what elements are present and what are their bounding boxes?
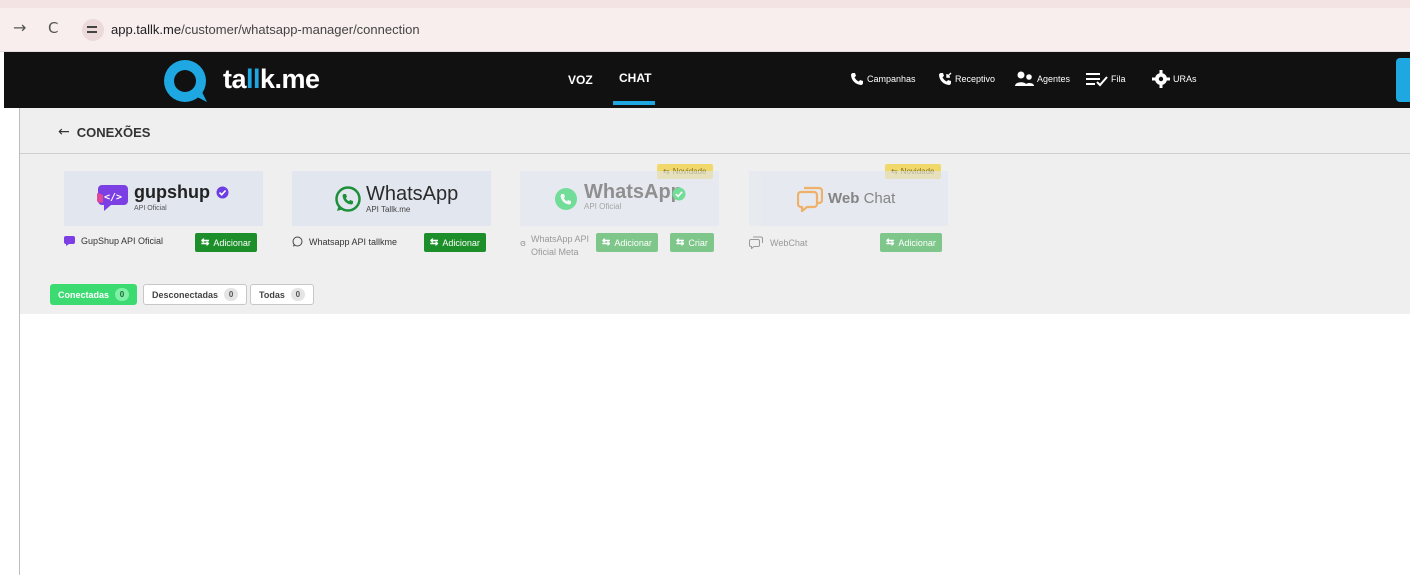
app-header: tallk.me VOZ CHAT Campanhas Receptivo Ag…	[4, 52, 1410, 108]
url-path: /customer/whatsapp-manager/connection	[181, 22, 420, 37]
button-label: Adicionar	[213, 237, 251, 248]
page-header[interactable]: ← CONEXÕES	[58, 124, 150, 140]
nav-link-fila[interactable]: Fila	[1086, 68, 1126, 90]
whatsapp-tallkme-label: Whatsapp API tallkme	[292, 236, 397, 247]
tallkme-logo[interactable]: tallk.me	[159, 55, 339, 105]
header-divider	[20, 153, 1410, 154]
whatsapp-small-icon	[292, 236, 303, 247]
label-line2: Oficial Meta	[530, 247, 579, 257]
webchat-card[interactable]: Web Chat	[749, 171, 948, 226]
whatsapp-oficial-label: ɞ WhatsApp API Oficial Meta	[520, 233, 589, 259]
reload-icon[interactable]: C	[48, 19, 58, 37]
filter-count: 0	[115, 288, 130, 301]
whatsapp-logo-icon	[335, 186, 361, 212]
webchat-brand-bold: Web	[828, 190, 860, 207]
button-label: Criar	[688, 237, 708, 248]
svg-text:</>: </>	[104, 192, 122, 203]
agents-icon	[1015, 71, 1034, 86]
verified-badge-icon	[672, 187, 686, 201]
gupshup-small-icon	[64, 236, 75, 246]
link-add-icon: ⇆	[676, 237, 685, 248]
whatsapp-oficial-sub: API Oficial	[584, 202, 622, 211]
whatsapp-tallkme-label-text: Whatsapp API tallkme	[309, 236, 398, 247]
webchat-brand: Web Chat	[828, 190, 895, 207]
address-bar[interactable]: app.tallk.me/customer/whatsapp-manager/c…	[111, 22, 420, 37]
webchat-logo-icon	[797, 186, 823, 212]
nav-link-campanhas[interactable]: Campanhas	[850, 68, 916, 90]
gear-icon	[1152, 70, 1170, 88]
filter-count: 0	[290, 288, 305, 301]
nav-link-label: URAs	[1173, 74, 1197, 84]
gupshup-label: GupShup API Oficial	[64, 236, 163, 246]
whatsapp-tallkme-add-button[interactable]: ⇆ Adicionar	[424, 233, 486, 252]
gupshup-card[interactable]: </> gupshup API Oficial	[64, 171, 263, 226]
nav-link-receptivo[interactable]: Receptivo	[938, 68, 995, 90]
side-panel-tab[interactable]	[1396, 58, 1410, 102]
whatsapp-oficial-brand: WhatsApp	[584, 181, 683, 203]
nav-link-label: Agentes	[1037, 74, 1071, 84]
nav-link-uras[interactable]: URAs	[1152, 68, 1197, 90]
webchat-label: WebChat	[749, 236, 807, 249]
site-info-icon[interactable]	[82, 19, 104, 41]
nav-link-label: Campanhas	[867, 74, 916, 84]
back-arrow-icon[interactable]: ←	[58, 124, 70, 140]
whatsapp-oficial-add-button[interactable]: ⇆ Adicionar	[596, 233, 658, 252]
incoming-call-icon	[939, 72, 952, 85]
active-tab-indicator	[613, 101, 655, 105]
whatsapp-tallkme-card[interactable]: WhatsApp API Tallk.me	[292, 171, 491, 226]
phone-icon	[851, 73, 863, 85]
whatsapp-oficial-label-text: WhatsApp API Oficial Meta	[531, 233, 589, 259]
webchat-label-text: WebChat	[770, 237, 808, 248]
queue-icon	[1086, 73, 1108, 87]
filter-label: Conectadas	[58, 289, 110, 300]
filter-todas[interactable]: Todas 0	[250, 284, 314, 305]
filter-label: Desconectadas	[152, 289, 219, 300]
button-label: Adicionar	[898, 237, 936, 248]
tab-chat[interactable]: CHAT	[619, 71, 651, 85]
url-host: app.tallk.me	[111, 22, 182, 37]
button-label: Adicionar	[614, 237, 652, 248]
button-label: Adicionar	[442, 237, 480, 248]
tab-voz[interactable]: VOZ	[568, 73, 593, 87]
webchat-brand-rest: Chat	[863, 190, 896, 207]
filter-conectadas[interactable]: Conectadas 0	[50, 284, 138, 305]
link-add-icon: ⇆	[886, 237, 895, 248]
webchat-small-icon	[749, 236, 763, 249]
gupshup-label-text: GupShup API Oficial	[81, 236, 164, 246]
whatsapp-logo-icon	[555, 188, 577, 210]
webchat-add-button[interactable]: ⇆ Adicionar	[880, 233, 942, 252]
whatsapp-oficial-create-button[interactable]: ⇆ Criar	[670, 233, 714, 252]
verified-badge-icon	[216, 186, 229, 199]
browser-tab-strip	[0, 0, 1410, 8]
browser-toolbar: → C app.tallk.me/customer/whatsapp-manag…	[0, 0, 1410, 52]
whatsapp-oficial-card[interactable]: WhatsApp API Oficial	[520, 171, 719, 226]
filter-desconectadas[interactable]: Desconectadas 0	[143, 284, 248, 305]
gupshup-logo-icon: </>	[97, 185, 128, 211]
logo-wordmark: tallk.me	[223, 64, 320, 94]
page-title: CONEXÕES	[76, 124, 151, 140]
nav-link-agentes[interactable]: Agentes	[1015, 68, 1070, 90]
gupshup-sub: API Oficial	[134, 205, 167, 212]
link-add-icon: ⇆	[602, 237, 611, 248]
nav-link-label: Fila	[1111, 74, 1126, 84]
gupshup-brand: gupshup	[134, 182, 210, 202]
filter-label: Todas	[259, 289, 285, 300]
nav-link-label: Receptivo	[955, 74, 996, 84]
connections-list	[50, 314, 1410, 575]
whatsapp-brand: WhatsApp	[366, 183, 459, 205]
link-add-icon: ⇆	[430, 237, 439, 248]
forward-icon[interactable]: →	[13, 18, 26, 37]
whatsapp-sub: API Tallk.me	[366, 205, 411, 214]
label-line1: WhatsApp API	[530, 234, 590, 244]
meta-icon: ɞ	[520, 239, 526, 249]
chat-bubble-logo-icon	[164, 60, 207, 102]
filter-count: 0	[224, 288, 239, 301]
link-add-icon: ⇆	[201, 237, 210, 248]
gupshup-add-button[interactable]: ⇆ Adicionar	[195, 233, 257, 252]
